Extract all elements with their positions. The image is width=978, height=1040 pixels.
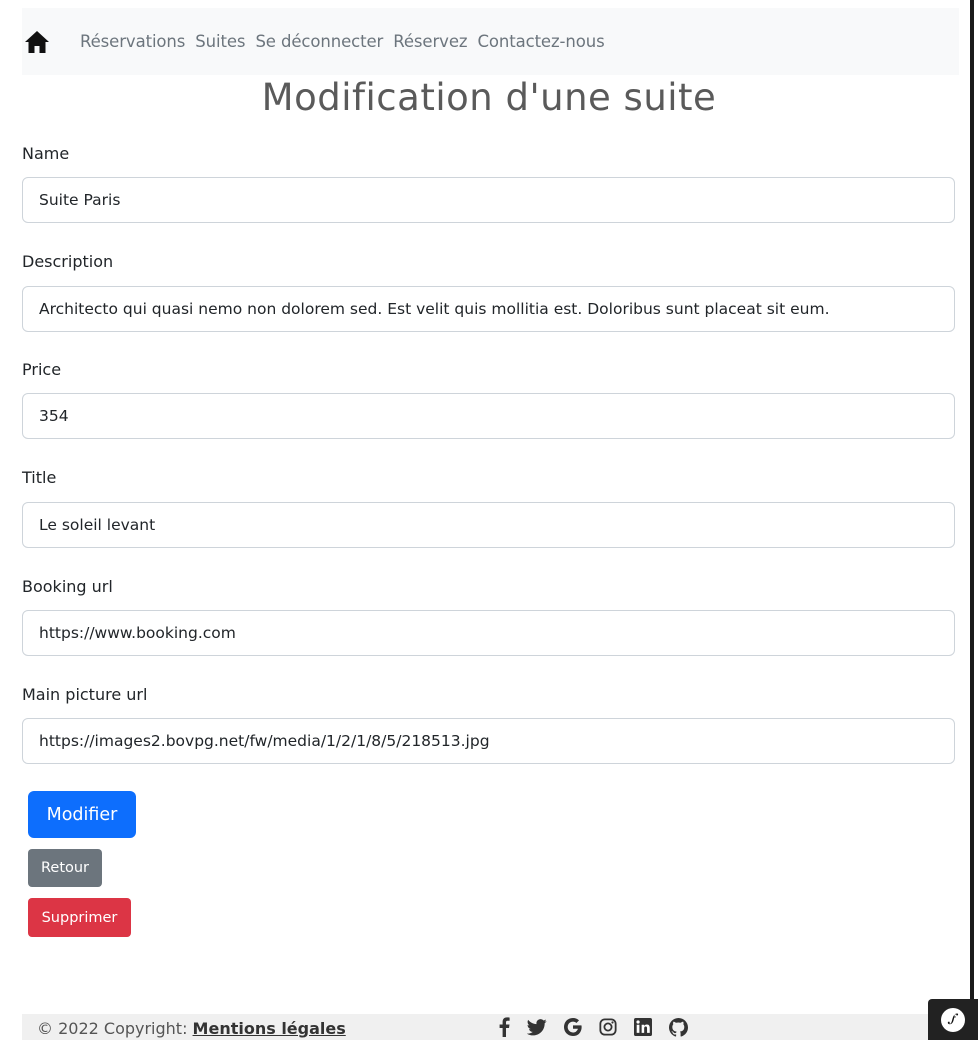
price-input[interactable] — [22, 393, 955, 439]
description-input[interactable] — [22, 286, 955, 332]
google-icon[interactable] — [564, 1014, 582, 1040]
nav-item-logout[interactable]: Se déconnecter — [255, 32, 383, 51]
facebook-icon[interactable] — [498, 1014, 510, 1040]
nav-links: Réservations Suites Se déconnecter Réser… — [80, 32, 615, 51]
price-label: Price — [22, 360, 62, 379]
modify-button[interactable]: Modifier — [28, 791, 136, 838]
nav-item-contact[interactable]: Contactez-nous — [477, 32, 604, 51]
symfony-toolbar-toggle[interactable] — [928, 999, 978, 1040]
instagram-icon[interactable] — [599, 1014, 617, 1040]
legal-link[interactable]: Mentions légales — [193, 1019, 346, 1038]
name-input[interactable] — [22, 177, 955, 223]
nav-item-book[interactable]: Réservez — [393, 32, 467, 51]
copyright-text: © 2022 Copyright: — [37, 1019, 193, 1038]
page-title: Modification d'une suite — [261, 76, 717, 119]
back-button[interactable]: Retour — [28, 849, 102, 887]
main-picture-url-input[interactable] — [22, 718, 955, 764]
name-label: Name — [22, 144, 70, 163]
title-label: Title — [22, 468, 57, 487]
symfony-icon — [941, 1007, 965, 1032]
navbar: Réservations Suites Se déconnecter Réser… — [22, 8, 959, 75]
nav-item-suites[interactable]: Suites — [195, 32, 245, 51]
linkedin-icon[interactable] — [634, 1014, 652, 1040]
github-icon[interactable] — [669, 1014, 688, 1040]
delete-button[interactable]: Supprimer — [28, 898, 131, 937]
twitter-icon[interactable] — [527, 1014, 547, 1040]
home-icon[interactable] — [24, 29, 52, 55]
main-picture-url-label: Main picture url — [22, 685, 148, 704]
title-input[interactable] — [22, 502, 955, 548]
social-links — [498, 1014, 688, 1040]
description-label: Description — [22, 252, 114, 271]
footer: © 2022 Copyright: Mentions légales — [22, 1014, 959, 1040]
booking-url-input[interactable] — [22, 610, 955, 656]
scrollbar[interactable] — [970, 0, 974, 1000]
booking-url-label: Booking url — [22, 577, 113, 596]
nav-item-reservations[interactable]: Réservations — [80, 32, 185, 51]
copyright: © 2022 Copyright: Mentions légales — [37, 1019, 346, 1038]
